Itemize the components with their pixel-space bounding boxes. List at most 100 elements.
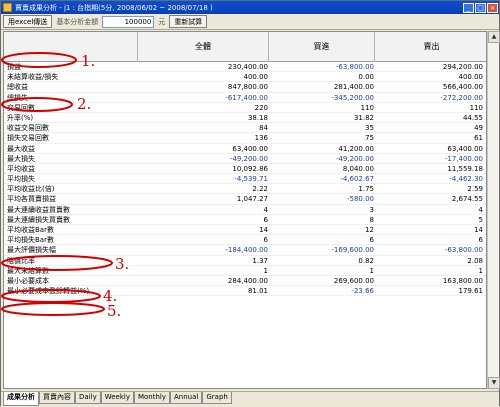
cell-all: 2.22 <box>252 185 268 194</box>
header-sell[interactable]: 賣出 <box>375 32 486 62</box>
row-label: 最大連續損失買賣數 <box>7 215 70 224</box>
tab-0[interactable]: 成果分析 <box>3 392 39 406</box>
row-label: 收益交易回數 <box>7 124 49 133</box>
cell-all: -617,400.00 <box>225 93 268 102</box>
cell-sell: 44.55 <box>462 113 483 122</box>
cell-buy: -345,200.00 <box>331 93 374 102</box>
cell-sell: 1 <box>478 266 483 275</box>
amount-label: 基本分析金額 <box>56 17 99 26</box>
table-row[interactable]: 平均收益比(倍) 2.22 1.75 2.59 <box>4 184 486 195</box>
cell-sell: 2,674.55 <box>451 195 483 204</box>
table-row[interactable]: 平均各買賣損益 1,047.27 -580.00 2,674.55 <box>4 194 486 205</box>
table-row[interactable]: 平均收益 10,092.86 8,040.00 11,559.18 <box>4 164 486 175</box>
results-table: 全體 買進 賣出 損益 230,400.00 -63,800.00 294,200.0… <box>3 31 487 389</box>
cell-all: 220 <box>254 103 268 112</box>
row-label: 平均損失Bar數 <box>7 236 54 245</box>
table-row[interactable]: 平均收益Bar數 14 12 14 <box>4 225 486 236</box>
table-row[interactable]: 升率(%) 38.18 31.82 44.55 <box>4 113 486 124</box>
cell-all: 4 <box>263 205 268 214</box>
cell-sell: -4,462.30 <box>449 175 483 184</box>
table-row[interactable]: 未結算收益/損失 400.00 0.00 400.00 <box>4 72 486 83</box>
row-label: 未結算收益/損失 <box>7 73 59 82</box>
cell-buy: 1 <box>369 266 374 275</box>
cell-sell: 61 <box>474 134 483 143</box>
cell-all: 6 <box>263 236 268 245</box>
cell-all: 284,400.00 <box>227 276 268 285</box>
cell-buy: 110 <box>360 103 374 112</box>
table-row[interactable]: 最小必要成本 284,400.00 269,600.00 163,800.00 <box>4 276 486 287</box>
export-excel-button[interactable]: 用excel傳送 <box>3 15 53 28</box>
row-label: 最大收益 <box>7 144 35 153</box>
cell-sell: 179.61 <box>458 287 484 296</box>
row-label: 最大評價損失幅 <box>7 246 56 255</box>
table-row[interactable]: 平均損失Bar數 6 6 6 <box>4 235 486 246</box>
app-window: 賈賣成果分析 - j1 : 台指期(5分, 2008/06/02 ~ 2008/… <box>0 0 500 407</box>
table-row[interactable]: 平均損失 -4,539.71 -4,602.67 -4,462.30 <box>4 174 486 185</box>
header-buy[interactable]: 買進 <box>269 32 375 62</box>
cell-buy: 269,600.00 <box>333 276 374 285</box>
table-row[interactable]: 最大收益 63,400.00 41,200.00 63,400.00 <box>4 144 486 154</box>
table-row[interactable]: 損失交易回數 136 75 61 <box>4 133 486 144</box>
cell-all: -49,200.00 <box>229 154 268 163</box>
tab-5[interactable]: Annual <box>170 392 203 404</box>
table-row[interactable]: 收益交易回數 84 35 49 <box>4 123 486 134</box>
row-label: 平均收益 <box>7 164 35 173</box>
table-row[interactable]: 總收益 847,800.00 281,400.00 566,400.00 <box>4 82 486 93</box>
cell-sell: 5 <box>478 215 483 224</box>
close-icon[interactable]: × <box>487 2 498 13</box>
cell-all: 63,400.00 <box>232 144 268 153</box>
cell-buy: 12 <box>365 226 374 234</box>
title-bar: 賈賣成果分析 - j1 : 台指期(5分, 2008/06/02 ~ 2008/… <box>1 1 499 14</box>
cell-buy: -169,600.00 <box>331 246 374 255</box>
cell-sell: 110 <box>469 103 483 112</box>
cell-all: 1,047.27 <box>236 195 268 204</box>
cell-buy: 3 <box>369 205 374 214</box>
tab-bar: 成果分析 買賣內容 Daily Weekly Monthly Annual Graph <box>1 391 499 407</box>
cell-all: 84 <box>259 124 268 133</box>
app-icon <box>3 3 12 12</box>
row-label: 最大損失 <box>7 154 35 163</box>
currency-label: 元 <box>158 17 166 26</box>
cell-sell: 163,800.00 <box>442 276 483 285</box>
cell-sell: 4 <box>478 205 483 214</box>
row-label: 平均各買賣損益 <box>7 195 56 204</box>
cell-buy: 8,040.00 <box>342 164 374 173</box>
annotation-number-2: 2. <box>77 95 92 113</box>
table-row[interactable]: 最大連續收益買賣數 4 3 4 <box>4 205 486 215</box>
row-label: 升率(%) <box>7 113 34 122</box>
cell-sell: 14 <box>474 226 483 234</box>
recalculate-button[interactable]: 重新試算 <box>169 15 208 28</box>
cell-buy: -49,200.00 <box>335 154 374 163</box>
cell-all: 1 <box>263 266 268 275</box>
table-row[interactable]: 最大連續損失買賣數 6 8 5 <box>4 215 486 225</box>
table-row[interactable]: 最大損失 -49,200.00 -49,200.00 -17,400.00 <box>4 154 486 164</box>
annotation-number-5: 5. <box>107 302 122 320</box>
scroll-down-icon[interactable]: ▼ <box>488 377 500 389</box>
minimize-icon[interactable]: _ <box>463 2 474 13</box>
scroll-up-icon[interactable]: ▲ <box>488 31 500 43</box>
amount-input[interactable]: 100000 <box>102 15 155 28</box>
cell-sell: 11,559.18 <box>447 164 483 173</box>
cell-buy: 8 <box>369 215 374 224</box>
row-label: 平均損失 <box>7 175 35 184</box>
tab-4[interactable]: Monthly <box>133 392 171 404</box>
cell-sell: 49 <box>474 124 483 133</box>
tab-6[interactable]: Graph <box>202 392 232 404</box>
row-label: 總收益 <box>7 83 28 92</box>
cell-buy: 1.75 <box>358 185 374 194</box>
cell-buy: -4,602.67 <box>340 175 374 184</box>
tab-3[interactable]: Weekly <box>100 392 134 404</box>
tab-2[interactable]: Daily <box>75 392 101 404</box>
cell-buy: 41,200.00 <box>338 144 374 153</box>
row-label: 平均收益Bar數 <box>7 226 54 234</box>
vertical-scrollbar[interactable]: ▲ ▼ <box>487 31 500 389</box>
cell-sell: 63,400.00 <box>447 144 483 153</box>
cell-buy: 35 <box>365 124 374 133</box>
toolbar: 用excel傳送 基本分析金額 100000 元 重新試算 <box>1 14 499 30</box>
maximize-icon[interactable]: □ <box>475 2 486 13</box>
header-all[interactable]: 全體 <box>138 32 269 62</box>
cell-sell: -17,400.00 <box>444 154 483 163</box>
cell-buy: -580.00 <box>346 195 374 204</box>
cell-sell: 294,200.00 <box>442 63 483 71</box>
tab-1[interactable]: 買賣內容 <box>39 392 75 404</box>
